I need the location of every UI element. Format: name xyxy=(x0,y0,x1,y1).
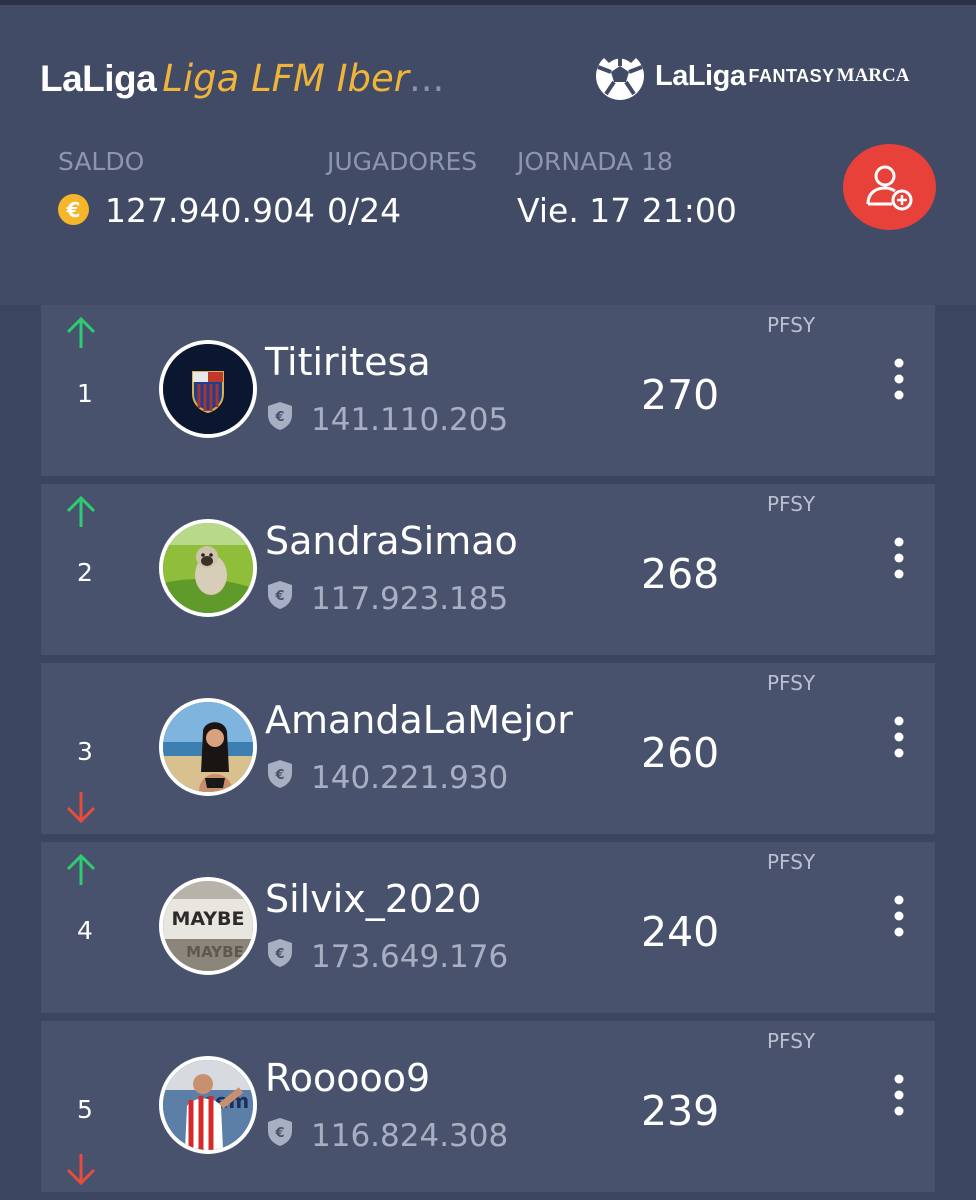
laliga-ball-icon xyxy=(596,49,644,100)
logo-laliga-text: LaLiga xyxy=(655,59,746,92)
more-options-icon[interactable] xyxy=(887,715,911,759)
coin-icon: € xyxy=(58,194,89,225)
value-shield-icon: € xyxy=(268,939,292,967)
svg-text:€: € xyxy=(274,410,284,425)
svg-text:€: € xyxy=(274,947,284,962)
league-title[interactable]: LaLiga Liga LFM Iber... xyxy=(40,57,444,100)
rank-number: 3 xyxy=(77,737,93,766)
team-value: 140.221.930 xyxy=(311,760,509,796)
status-badge: PFSY xyxy=(767,850,816,874)
status-badge: PFSY xyxy=(767,492,816,516)
value-shield-icon: € xyxy=(268,1118,292,1146)
logo-fantasy-text: FANTASY xyxy=(748,65,835,86)
team-value: 116.824.308 xyxy=(311,1118,509,1154)
trend-up-icon xyxy=(66,853,96,885)
trend-up-icon xyxy=(66,495,96,527)
more-options-icon[interactable] xyxy=(887,357,911,401)
avatar[interactable] xyxy=(159,340,257,438)
avatar[interactable]: MAYBE MAYBE xyxy=(159,877,257,975)
fc-barcelona-crest-icon xyxy=(163,344,253,434)
svg-text:MAYBE: MAYBE xyxy=(186,943,244,961)
team-value: 173.649.176 xyxy=(311,939,509,975)
value-shield-icon: € xyxy=(268,760,292,788)
ranking-row[interactable]: 3 AmandaLaMejor € 140.221.930 260 PFSY xyxy=(41,663,935,834)
trend-down-icon xyxy=(66,1154,96,1186)
more-options-icon[interactable] xyxy=(887,1073,911,1117)
team-value: 141.110.205 xyxy=(311,402,509,438)
avatar[interactable]: cem xyxy=(159,1056,257,1154)
brand-label: LaLiga xyxy=(40,58,157,99)
jornada-value: Vie. 17 21:00 xyxy=(517,191,737,230)
avatar[interactable] xyxy=(159,698,257,796)
trend-down-icon xyxy=(66,792,96,824)
woman-at-beach-icon xyxy=(163,702,253,792)
points: 268 xyxy=(641,550,720,598)
rank-number: 5 xyxy=(77,1095,93,1124)
ranking-row[interactable]: 4 MAYBE MAYBE Silvix_2020 € 173.649.176 … xyxy=(41,842,935,1013)
ranking-list: 1 Titiritesa € 141.110.205 270 PFSY 2 Sa… xyxy=(41,305,935,1200)
ranking-row[interactable]: 2 SandraSimao € 117.923.185 268 PFSY xyxy=(41,484,935,655)
rank-number: 4 xyxy=(77,916,93,945)
value-shield-icon: € xyxy=(268,402,292,430)
trend-up-icon xyxy=(66,316,96,348)
team-value: 117.923.185 xyxy=(311,581,509,617)
jornada-label: JORNADA 18 xyxy=(517,147,673,176)
username: Titiritesa xyxy=(265,340,431,384)
username: Silvix_2020 xyxy=(265,877,482,921)
points: 270 xyxy=(641,371,720,419)
status-badge: PFSY xyxy=(767,1029,816,1053)
svg-text:€: € xyxy=(274,768,284,783)
status-badge: PFSY xyxy=(767,671,816,695)
saldo-value: 127.940.904 xyxy=(105,191,315,230)
add-user-icon xyxy=(866,165,912,211)
footballer-red-white-icon: cem xyxy=(163,1060,253,1150)
league-name-ellipsis: ... xyxy=(409,57,445,100)
points: 240 xyxy=(641,908,720,956)
username: SandraSimao xyxy=(265,519,518,563)
league-name: Liga LFM Iber xyxy=(162,57,410,100)
svg-text:€: € xyxy=(274,589,284,604)
svg-text:€: € xyxy=(274,1126,284,1141)
avatar[interactable] xyxy=(159,519,257,617)
laliga-fantasy-marca-logo: LaLiga FANTASY MARCA xyxy=(593,48,909,104)
ranking-row[interactable]: 5 cem Rooooo9 € 116.824.308 239 PFSY xyxy=(41,1021,935,1192)
league-header: LaLiga Liga LFM Iber... LaLiga FANTASY MA… xyxy=(0,5,976,305)
value-shield-icon: € xyxy=(268,581,292,609)
add-user-button[interactable] xyxy=(843,144,936,230)
points: 239 xyxy=(641,1087,720,1135)
status-badge: PFSY xyxy=(767,313,816,337)
username: Rooooo9 xyxy=(265,1056,431,1100)
more-options-icon[interactable] xyxy=(887,894,911,938)
maybe-sign-icon: MAYBE MAYBE xyxy=(163,881,253,971)
dog-on-grass-icon xyxy=(163,523,253,613)
svg-text:MAYBE: MAYBE xyxy=(171,908,244,930)
more-options-icon[interactable] xyxy=(887,536,911,580)
saldo-label: SALDO xyxy=(58,147,145,176)
logo-marca-text: MARCA xyxy=(836,65,910,86)
rank-number: 1 xyxy=(77,379,93,408)
jugadores-value: 0/24 xyxy=(327,191,402,230)
points: 260 xyxy=(641,729,720,777)
rank-number: 2 xyxy=(77,558,93,587)
ranking-row[interactable]: 1 Titiritesa € 141.110.205 270 PFSY xyxy=(41,305,935,476)
jugadores-label: JUGADORES xyxy=(327,147,478,176)
username: AmandaLaMejor xyxy=(265,698,573,742)
